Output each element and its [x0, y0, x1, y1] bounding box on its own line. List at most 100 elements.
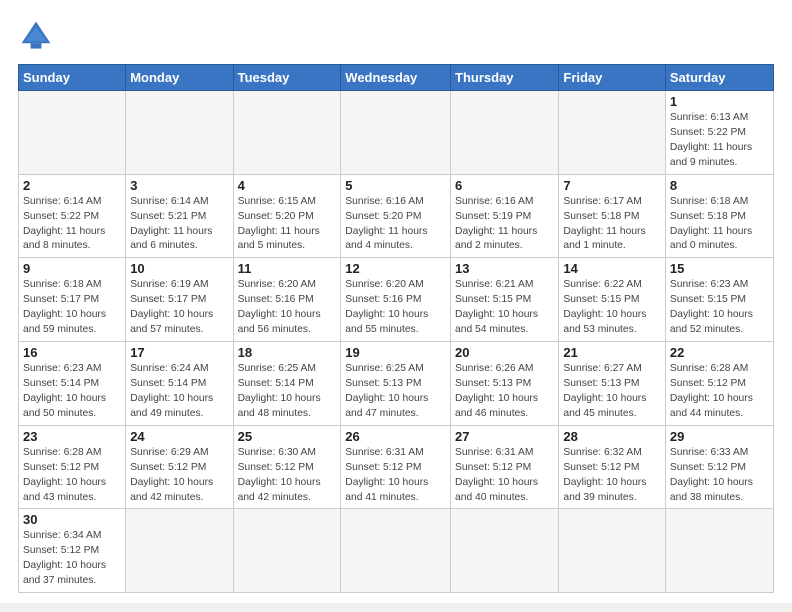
- day-info: Sunrise: 6:31 AM Sunset: 5:12 PM Dayligh…: [345, 446, 446, 506]
- weekday-header-row: SundayMondayTuesdayWednesdayThursdayFrid…: [19, 65, 774, 91]
- calendar-cell: 22 Sunrise: 6:28 AM Sunset: 5:12 PM Dayli…: [665, 342, 773, 426]
- calendar-cell: [233, 91, 341, 175]
- day-number: 25: [238, 429, 337, 444]
- day-number: 19: [345, 345, 446, 360]
- day-number: 18: [238, 345, 337, 360]
- day-info: Sunrise: 6:27 AM Sunset: 5:13 PM Dayligh…: [563, 362, 660, 422]
- day-number: 26: [345, 429, 446, 444]
- calendar-cell: 23Sunrise: 6:28 AM Sunset: 5:12 PM Dayli…: [19, 425, 126, 509]
- day-number: 17: [130, 345, 228, 360]
- day-info: Sunrise: 6:17 AM Sunset: 5:18 PM Dayligh…: [563, 195, 660, 255]
- day-number: 16: [23, 345, 121, 360]
- calendar-cell: [559, 509, 665, 593]
- day-info: Sunrise: 6:23 AM Sunset: 5:15 PM Dayligh…: [670, 278, 769, 338]
- calendar-cell: [665, 509, 773, 593]
- calendar-cell: 8Sunrise: 6:18 AM Sunset: 5:18 PM Daylig…: [665, 174, 773, 258]
- day-info: Sunrise: 6:28 AM Sunset: 5:12 PM Dayligh…: [670, 362, 769, 422]
- calendar-cell: 5 Sunrise: 6:16 AM Sunset: 5:20 PM Daylig…: [341, 174, 451, 258]
- logo: [18, 18, 60, 54]
- calendar-cell: 25 Sunrise: 6:30 AM Sunset: 5:12 PM Dayli…: [233, 425, 341, 509]
- calendar-cell: 10 Sunrise: 6:19 AM Sunset: 5:17 PM Dayli…: [126, 258, 233, 342]
- day-info: Sunrise: 6:20 AM Sunset: 5:16 PM Dayligh…: [238, 278, 337, 338]
- day-info: Sunrise: 6:18 AM Sunset: 5:18 PM Dayligh…: [670, 195, 769, 255]
- week-row-1: 2 Sunrise: 6:14 AM Sunset: 5:22 PM Daylig…: [19, 174, 774, 258]
- calendar-cell: 26 Sunrise: 6:31 AM Sunset: 5:12 PM Dayli…: [341, 425, 451, 509]
- week-row-4: 23Sunrise: 6:28 AM Sunset: 5:12 PM Dayli…: [19, 425, 774, 509]
- weekday-sunday: Sunday: [19, 65, 126, 91]
- day-number: 12: [345, 261, 446, 276]
- day-number: 5: [345, 178, 446, 193]
- day-number: 15: [670, 261, 769, 276]
- day-number: 13: [455, 261, 554, 276]
- weekday-friday: Friday: [559, 65, 665, 91]
- weekday-thursday: Thursday: [451, 65, 559, 91]
- calendar-cell: 30 Sunrise: 6:34 AM Sunset: 5:12 PM Dayli…: [19, 509, 126, 593]
- day-number: 14: [563, 261, 660, 276]
- calendar-cell: 2 Sunrise: 6:14 AM Sunset: 5:22 PM Daylig…: [19, 174, 126, 258]
- week-row-2: 9 Sunrise: 6:18 AM Sunset: 5:17 PM Daylig…: [19, 258, 774, 342]
- calendar-cell: 15 Sunrise: 6:23 AM Sunset: 5:15 PM Dayli…: [665, 258, 773, 342]
- day-info: Sunrise: 6:30 AM Sunset: 5:12 PM Dayligh…: [238, 446, 337, 506]
- day-number: 24: [130, 429, 228, 444]
- day-info: Sunrise: 6:22 AM Sunset: 5:15 PM Dayligh…: [563, 278, 660, 338]
- weekday-wednesday: Wednesday: [341, 65, 451, 91]
- day-number: 22: [670, 345, 769, 360]
- calendar-cell: [341, 91, 451, 175]
- calendar-cell: [126, 509, 233, 593]
- day-info: Sunrise: 6:25 AM Sunset: 5:13 PM Dayligh…: [345, 362, 446, 422]
- day-number: 21: [563, 345, 660, 360]
- day-number: 10: [130, 261, 228, 276]
- day-info: Sunrise: 6:14 AM Sunset: 5:22 PM Dayligh…: [23, 195, 121, 255]
- day-number: 1: [670, 94, 769, 109]
- day-info: Sunrise: 6:19 AM Sunset: 5:17 PM Dayligh…: [130, 278, 228, 338]
- day-info: Sunrise: 6:13 AM Sunset: 5:22 PM Dayligh…: [670, 111, 769, 171]
- calendar-cell: 18 Sunrise: 6:25 AM Sunset: 5:14 PM Dayli…: [233, 342, 341, 426]
- day-number: 6: [455, 178, 554, 193]
- day-number: 11: [238, 261, 337, 276]
- day-info: Sunrise: 6:34 AM Sunset: 5:12 PM Dayligh…: [23, 529, 121, 589]
- calendar-cell: 27 Sunrise: 6:31 AM Sunset: 5:12 PM Dayli…: [451, 425, 559, 509]
- calendar-cell: [126, 91, 233, 175]
- day-info: Sunrise: 6:15 AM Sunset: 5:20 PM Dayligh…: [238, 195, 337, 255]
- calendar-cell: 12Sunrise: 6:20 AM Sunset: 5:16 PM Dayli…: [341, 258, 451, 342]
- calendar-cell: 20Sunrise: 6:26 AM Sunset: 5:13 PM Dayli…: [451, 342, 559, 426]
- day-info: Sunrise: 6:21 AM Sunset: 5:15 PM Dayligh…: [455, 278, 554, 338]
- day-number: 3: [130, 178, 228, 193]
- weekday-saturday: Saturday: [665, 65, 773, 91]
- calendar-cell: 21 Sunrise: 6:27 AM Sunset: 5:13 PM Dayli…: [559, 342, 665, 426]
- calendar-cell: [451, 509, 559, 593]
- calendar-cell: 6 Sunrise: 6:16 AM Sunset: 5:19 PM Daylig…: [451, 174, 559, 258]
- page: SundayMondayTuesdayWednesdayThursdayFrid…: [0, 0, 792, 603]
- calendar-cell: 17 Sunrise: 6:24 AM Sunset: 5:14 PM Dayli…: [126, 342, 233, 426]
- day-info: Sunrise: 6:16 AM Sunset: 5:20 PM Dayligh…: [345, 195, 446, 255]
- day-info: Sunrise: 6:18 AM Sunset: 5:17 PM Dayligh…: [23, 278, 121, 338]
- calendar-cell: 16Sunrise: 6:23 AM Sunset: 5:14 PM Dayli…: [19, 342, 126, 426]
- day-info: Sunrise: 6:28 AM Sunset: 5:12 PM Dayligh…: [23, 446, 121, 506]
- calendar-cell: [19, 91, 126, 175]
- day-number: 27: [455, 429, 554, 444]
- day-number: 7: [563, 178, 660, 193]
- day-info: Sunrise: 6:26 AM Sunset: 5:13 PM Dayligh…: [455, 362, 554, 422]
- calendar-cell: 1 Sunrise: 6:13 AM Sunset: 5:22 PM Daylig…: [665, 91, 773, 175]
- calendar-cell: 3Sunrise: 6:14 AM Sunset: 5:21 PM Daylig…: [126, 174, 233, 258]
- day-info: Sunrise: 6:25 AM Sunset: 5:14 PM Dayligh…: [238, 362, 337, 422]
- calendar-cell: 9 Sunrise: 6:18 AM Sunset: 5:17 PM Daylig…: [19, 258, 126, 342]
- day-number: 30: [23, 512, 121, 527]
- day-info: Sunrise: 6:24 AM Sunset: 5:14 PM Dayligh…: [130, 362, 228, 422]
- calendar-cell: [559, 91, 665, 175]
- week-row-3: 16Sunrise: 6:23 AM Sunset: 5:14 PM Dayli…: [19, 342, 774, 426]
- day-number: 2: [23, 178, 121, 193]
- logo-icon: [18, 18, 54, 54]
- weekday-monday: Monday: [126, 65, 233, 91]
- day-number: 28: [563, 429, 660, 444]
- day-info: Sunrise: 6:31 AM Sunset: 5:12 PM Dayligh…: [455, 446, 554, 506]
- week-row-0: 1 Sunrise: 6:13 AM Sunset: 5:22 PM Daylig…: [19, 91, 774, 175]
- calendar-cell: [451, 91, 559, 175]
- day-info: Sunrise: 6:33 AM Sunset: 5:12 PM Dayligh…: [670, 446, 769, 506]
- day-number: 9: [23, 261, 121, 276]
- calendar-cell: 28Sunrise: 6:32 AM Sunset: 5:12 PM Dayli…: [559, 425, 665, 509]
- calendar-cell: 19 Sunrise: 6:25 AM Sunset: 5:13 PM Dayli…: [341, 342, 451, 426]
- day-info: Sunrise: 6:16 AM Sunset: 5:19 PM Dayligh…: [455, 195, 554, 255]
- calendar-cell: 24Sunrise: 6:29 AM Sunset: 5:12 PM Dayli…: [126, 425, 233, 509]
- header: [18, 18, 774, 54]
